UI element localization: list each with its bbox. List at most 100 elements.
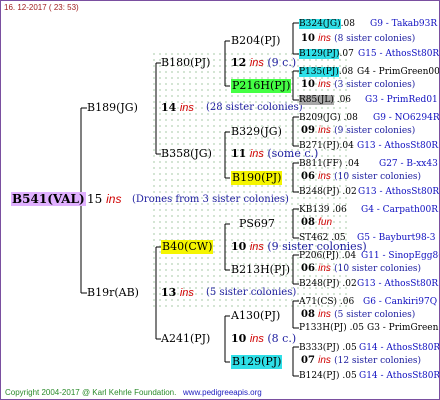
g1-queen-upper[interactable]: B189(JG) <box>87 101 138 115</box>
g3-5-drone-line: 08 fun <box>301 216 332 230</box>
g4-15-val: .05 <box>342 343 357 353</box>
root-queen[interactable]: B541(VAL) <box>11 192 86 206</box>
g2-queen-3[interactable]: B40(CW) <box>161 240 214 254</box>
g3-2-drone-line: 10 ins (3 sister colonies) <box>301 78 415 92</box>
g3-3-note: (9 sister colonies) <box>334 126 416 136</box>
g2-2-gen-number: 11 <box>231 147 247 160</box>
root-generation: 15 ins <box>87 192 121 206</box>
g2-4-ins: ins <box>249 333 264 345</box>
g4-entry-6[interactable]: B271(PJ).04 <box>299 139 354 153</box>
g4-8-val: .02 <box>342 187 357 197</box>
g2-queen-4[interactable]: A241(PJ) <box>161 332 210 346</box>
g4-16-id: B124(PJ) <box>299 371 340 381</box>
g4-entry-5[interactable]: B209(JG) .08 <box>299 111 358 125</box>
g2-1-gen: 12 ins (9 c.) <box>231 56 296 70</box>
g4-13-name: G6 - Cankiri97Q <box>363 297 438 307</box>
g4-entry-3[interactable]: P135(PJ).08 <box>299 65 353 79</box>
g3-4-ins: ins <box>318 171 331 182</box>
g4-10-id: ST462 <box>299 233 329 243</box>
g4-9-name: G4 - Carpath00R <box>361 205 439 215</box>
g1-upper-ins: ins <box>179 102 194 114</box>
g1-queen-lower[interactable]: B19r(AB) <box>87 286 139 300</box>
g3-6-ins: ins <box>318 263 331 274</box>
g3-1-ins: ins <box>318 33 331 44</box>
g3-2-ins: ins <box>318 79 331 90</box>
g4-entry-7[interactable]: B811(FF) .04 <box>299 157 360 171</box>
g4-5-id: B209(JG) <box>299 113 341 123</box>
g1-lower-ins: ins <box>179 287 194 299</box>
g1-lower-gen-number: 13 <box>161 286 177 299</box>
g3-queen-4[interactable]: B190(PJ) <box>231 171 283 185</box>
g4-entry-16[interactable]: B124(PJ) .05 <box>299 369 357 383</box>
g3-queen-5[interactable]: PS697 <box>239 217 275 231</box>
g2-4-gen: 10 ins (8 c.) <box>231 332 296 346</box>
g3-1-gen-number: 10 <box>301 33 315 44</box>
g4-entry-2[interactable]: B129(PJ).07 <box>299 47 354 61</box>
g3-6-gen-number: 06 <box>301 263 315 274</box>
g3-1-drone-line: 10 ins (8 sister colonies) <box>301 32 415 46</box>
g3-5-ins: fun <box>318 217 333 228</box>
g4-12-val: .02 <box>342 279 357 289</box>
g4-entry-9[interactable]: KB139 .06 <box>299 203 347 217</box>
g2-queen-2[interactable]: B358(JG) <box>161 147 212 161</box>
g4-11-name: G11 - SinopEgg86R <box>361 251 439 261</box>
g4-10-name: G5 - Bayburt98-3 <box>357 233 436 243</box>
g4-entry-1[interactable]: B324(JG).08 <box>299 17 355 31</box>
g3-2-note: (3 sister colonies) <box>334 80 416 90</box>
g4-15-name: G14 - AthosSt80R <box>359 343 440 353</box>
g1-lower-gen: 13 ins <box>161 286 194 300</box>
g4-entry-8[interactable]: B248(PJ) .02 <box>299 185 357 199</box>
g3-6-drone-line: 06 ins (10 sister colonies) <box>301 262 421 276</box>
g2-1-ins: ins <box>249 57 264 69</box>
g3-7-gen-number: 08 <box>301 309 315 320</box>
g2-4-gen-number: 10 <box>231 332 247 345</box>
g2-queen-1[interactable]: B180(PJ) <box>161 56 210 70</box>
g4-1-name: G9 - Takab93R <box>370 19 438 29</box>
root-drone-note: (Drones from 3 sister colonies) <box>132 194 289 205</box>
g4-7-id: B811(FF) <box>299 159 343 169</box>
g2-4-note: (8 c.) <box>267 332 297 345</box>
g4-9-val: .06 <box>332 205 347 215</box>
g3-queen-1[interactable]: B204(PJ) <box>231 34 280 48</box>
g4-entry-13[interactable]: A71(CS) .06 <box>299 295 354 309</box>
g4-3-id: P135(PJ) <box>299 67 339 77</box>
g3-3-ins: ins <box>318 125 331 136</box>
g3-queen-3[interactable]: B329(JG) <box>231 125 282 139</box>
g3-queen-6[interactable]: B213H(PJ) <box>231 263 290 277</box>
g2-3-gen-number: 10 <box>231 240 247 253</box>
g3-3-drone-line: 09 ins (9 sister colonies) <box>301 124 415 138</box>
g1-upper-gen-number: 14 <box>161 101 177 114</box>
g4-entry-14[interactable]: P133H(PJ) .05 <box>299 321 364 335</box>
g4-entry-4[interactable]: R85(JL) .06 <box>299 93 351 107</box>
g3-queen-2[interactable]: P216H(PJ) <box>231 79 292 93</box>
g4-8-id: B248(PJ) <box>299 187 340 197</box>
g4-15-id: B333(PJ) <box>299 343 340 353</box>
g3-queen-7[interactable]: A130(PJ) <box>231 309 280 323</box>
g4-entry-11[interactable]: P206(PJ) .04 <box>299 249 356 263</box>
g4-6-id: B271(PJ) <box>299 141 340 151</box>
footer-link[interactable]: www.pedigreeapis.org <box>183 388 262 397</box>
g4-7-name: G27 - B-xx43 <box>379 159 438 169</box>
root-gen-number: 15 <box>87 192 103 206</box>
g2-1-note: (9 c.) <box>267 56 297 69</box>
g2-1-gen-number: 12 <box>231 56 247 69</box>
g3-4-gen-number: 06 <box>301 171 315 182</box>
g4-16-name: G14 - AthosSt80R <box>359 371 440 381</box>
g4-11-id: P206(PJ) <box>299 251 339 261</box>
g4-1-id: B324(JG) <box>299 19 341 29</box>
g3-8-ins: ins <box>318 355 331 366</box>
g3-4-drone-line: 06 ins (10 sister colonies) <box>301 170 421 184</box>
g3-8-drone-line: 07 ins (12 sister colonies) <box>301 354 421 368</box>
g3-3-gen-number: 09 <box>301 125 315 136</box>
g3-7-drone-line: 08 ins (5 sister colonies) <box>301 308 415 322</box>
g1-upper-note: (28 sister colonies) <box>206 102 303 113</box>
g3-queen-8[interactable]: B129(PJ) <box>231 355 283 369</box>
pedigree-frame: 16. 12-2017 ( 23: 53) B541(VAL) 15 ins (… <box>0 0 440 400</box>
g4-entry-15[interactable]: B333(PJ) .05 <box>299 341 357 355</box>
g4-entry-10[interactable]: ST462 .05 <box>299 231 346 245</box>
g4-3-val: .08 <box>338 67 354 77</box>
g4-10-val: .05 <box>331 233 346 243</box>
g4-5-val: .08 <box>343 113 358 123</box>
g3-8-gen-number: 07 <box>301 355 315 366</box>
g4-entry-12[interactable]: B248(PJ) .02 <box>299 277 357 291</box>
